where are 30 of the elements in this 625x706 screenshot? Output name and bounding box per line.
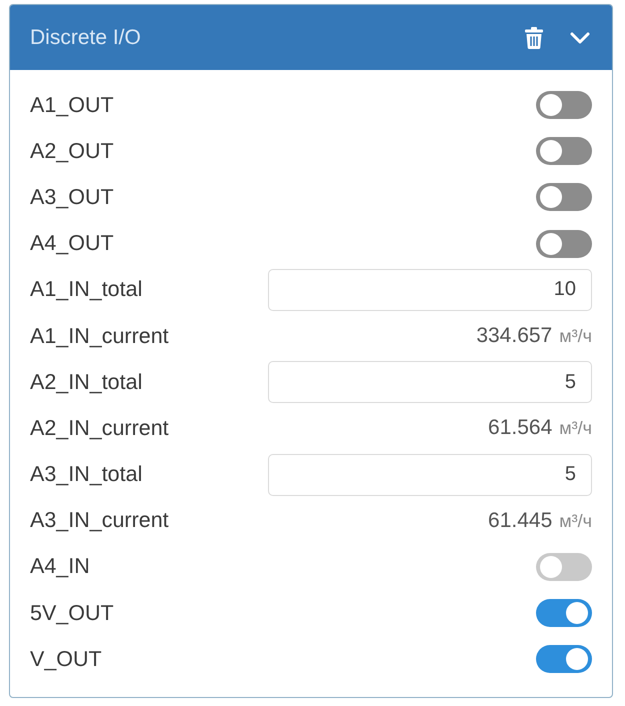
row-label: A3_OUT — [30, 184, 115, 210]
row-label: A3_IN_current — [30, 508, 170, 534]
toggle-switch[interactable] — [536, 183, 592, 212]
row-label: V_OUT — [30, 646, 103, 672]
reading-value: 334.657 — [476, 324, 552, 348]
row-label: A3_IN_total — [30, 462, 144, 488]
row-label: A4_OUT — [30, 231, 115, 256]
reading-value: 61.564 — [488, 416, 552, 440]
row-label: A2_IN_current — [30, 416, 170, 441]
toggle-switch[interactable] — [536, 645, 592, 674]
reading-value: 61.445 — [488, 508, 552, 533]
trash-icon — [525, 26, 543, 48]
row-label: 5V_OUT — [30, 600, 115, 626]
input-field[interactable]: 10 — [268, 268, 592, 311]
unit-label: м³/ч — [559, 326, 592, 348]
unit-label: м³/ч — [559, 418, 592, 440]
unit-label: м³/ч — [559, 510, 592, 532]
row-label: A2_IN_total — [30, 370, 144, 395]
panel-title: Discrete I/O — [30, 26, 142, 50]
toggle-switch[interactable] — [536, 230, 592, 258]
row-label: A4_IN — [30, 554, 91, 580]
row-label: A1_OUT — [30, 92, 115, 118]
row-label: A1_IN_current — [30, 324, 170, 349]
toggle-switch[interactable] — [536, 599, 592, 628]
input-field[interactable]: 5 — [268, 361, 592, 404]
toggle-switch[interactable] — [536, 137, 592, 166]
row-label: A2_OUT — [30, 138, 115, 164]
row-label: A1_IN_total — [30, 277, 144, 302]
toggle-switch[interactable] — [536, 91, 592, 120]
input-field[interactable]: 5 — [268, 454, 592, 496]
